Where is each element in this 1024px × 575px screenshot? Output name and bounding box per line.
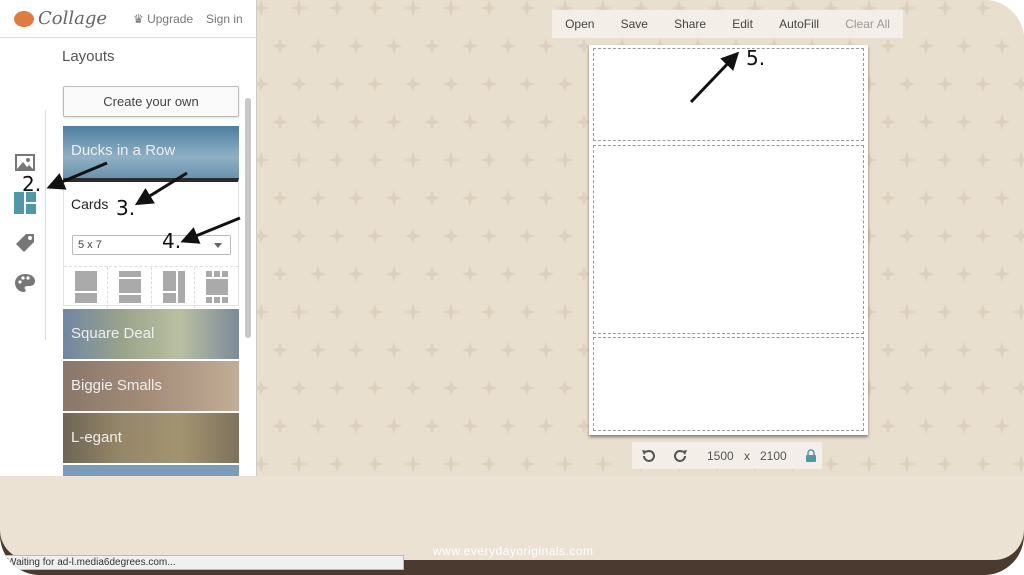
arrow-2	[46, 161, 108, 190]
app-stage: Collage ♛ Upgrade Sign in Layouts Create…	[0, 0, 1024, 560]
window-frame: Collage ♛ Upgrade Sign in Layouts Create…	[0, 0, 1024, 575]
annotation-3: 3.	[116, 196, 136, 220]
annotation-2: 2.	[22, 172, 42, 196]
annotation-4: 4.	[162, 229, 182, 253]
browser-status-bar: Waiting for ad-l.media6degrees.com...	[0, 555, 404, 570]
annotation-5: 5.	[746, 46, 766, 70]
arrow-5	[689, 51, 740, 104]
arrow-3	[134, 171, 188, 206]
arrow-4	[180, 216, 241, 244]
annotation-arrows	[46, 51, 740, 244]
